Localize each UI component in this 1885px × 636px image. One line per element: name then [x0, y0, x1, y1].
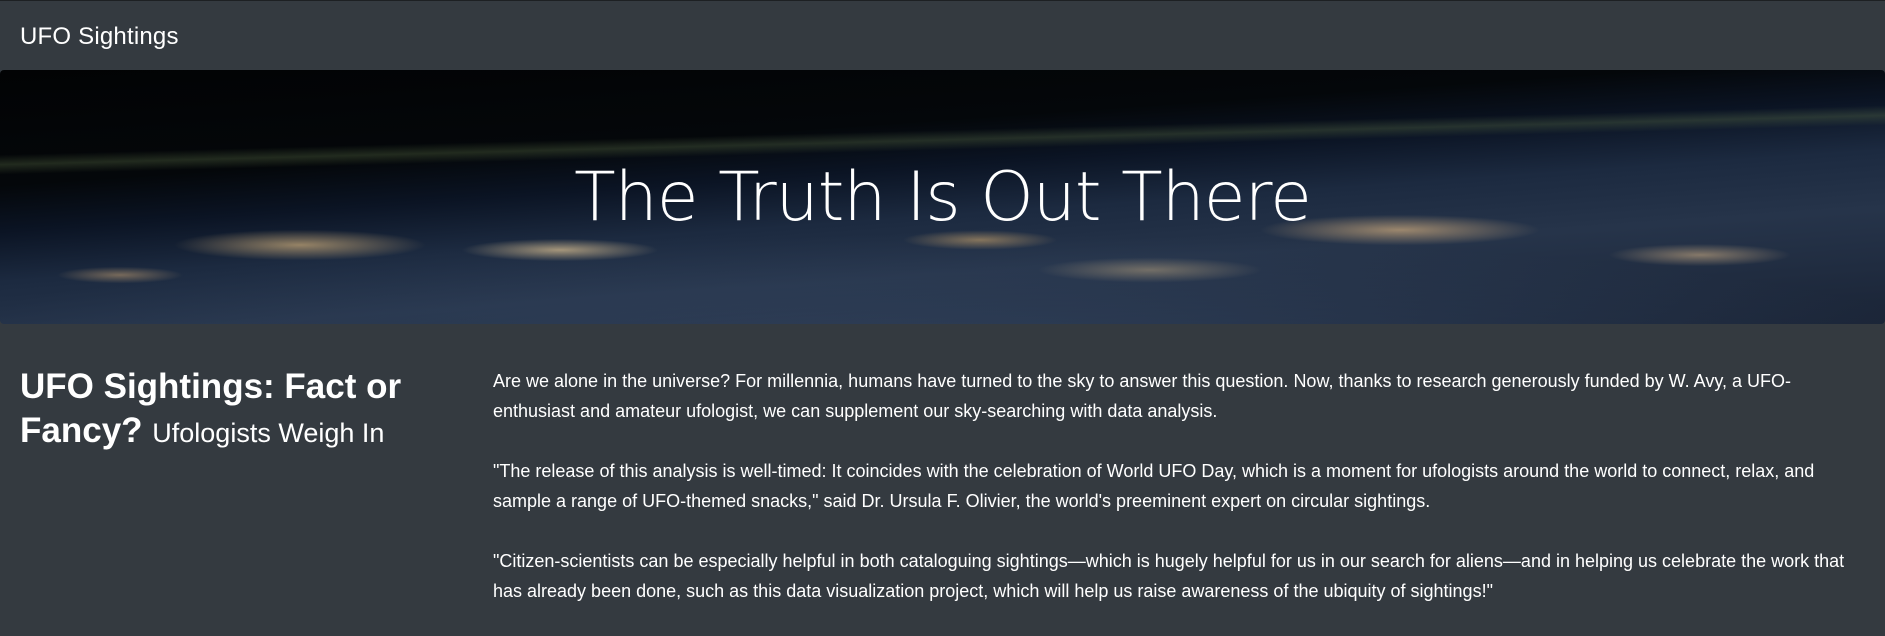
article-paragraph: "Citizen-scientists can be especially he…: [493, 551, 1845, 601]
article-paragraph: Are we alone in the universe? For millen…: [493, 371, 1792, 421]
navbar-brand-link[interactable]: UFO Sightings: [20, 23, 179, 51]
article-paragraph: "The release of this analysis is well-ti…: [493, 461, 1815, 511]
navbar: UFO Sightings: [0, 0, 1885, 70]
hero-banner: The Truth Is Out There: [0, 70, 1885, 324]
article-subheading: Ufologists Weigh In: [152, 418, 385, 448]
article-heading: UFO Sightings: Fact or Fancy? Ufologists…: [20, 365, 460, 455]
article-body: Are we alone in the universe? For millen…: [493, 366, 1873, 636]
hero-title: The Truth Is Out There: [574, 158, 1312, 237]
